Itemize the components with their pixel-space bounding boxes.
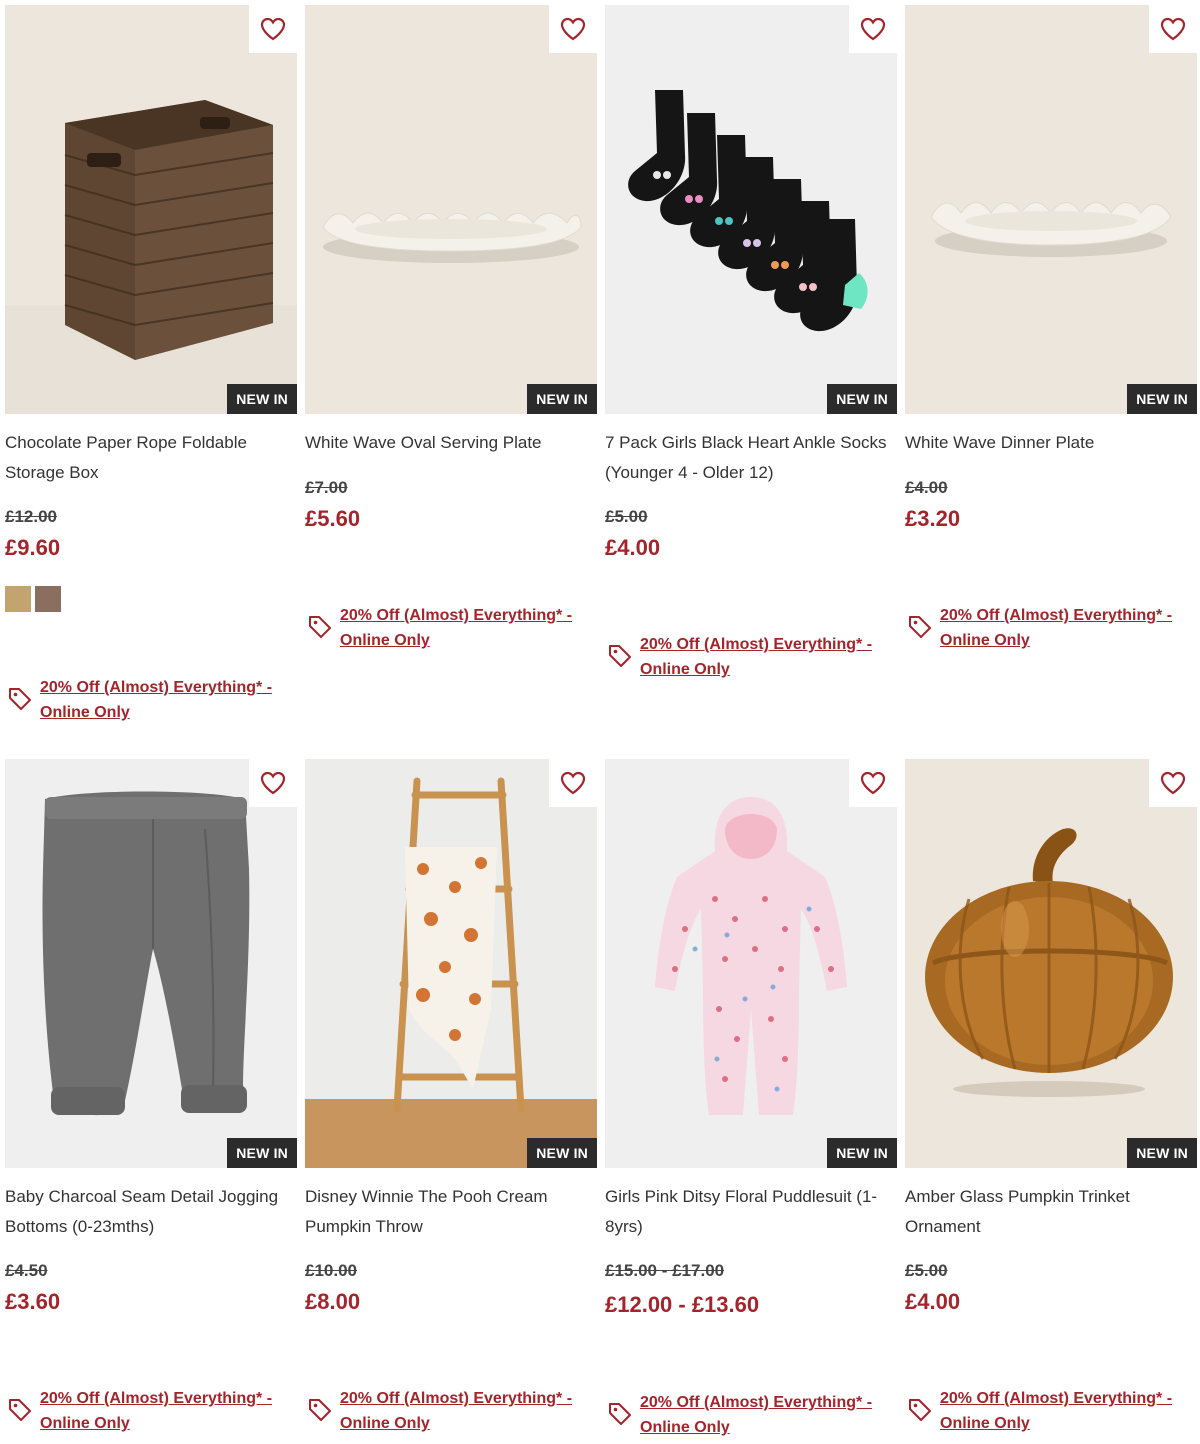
amber-pumpkin-image bbox=[905, 759, 1197, 1168]
promo-text[interactable]: 20% Off (Almost) Everything* - Online On… bbox=[640, 632, 890, 682]
price-tag-icon bbox=[309, 616, 331, 638]
wishlist-heart-button[interactable] bbox=[249, 759, 297, 807]
wishlist-heart-button[interactable] bbox=[549, 759, 597, 807]
product-card[interactable]: NEW IN 7 Pack Girls Black Heart Ankle So… bbox=[605, 5, 897, 678]
product-card[interactable]: NEW IN Disney Winnie The Pooh Cream Pump… bbox=[305, 759, 597, 1432]
heart-icon bbox=[1160, 771, 1186, 795]
product-title[interactable]: Amber Glass Pumpkin Trinket Ornament bbox=[905, 1182, 1197, 1241]
product-image[interactable]: NEW IN bbox=[305, 5, 597, 414]
product-title[interactable]: Disney Winnie The Pooh Cream Pumpkin Thr… bbox=[305, 1182, 597, 1241]
product-card[interactable]: NEW IN White Wave Oval Serving Plate £7.… bbox=[305, 5, 597, 649]
promo-link[interactable]: 20% Off (Almost) Everything* - Online On… bbox=[5, 1386, 297, 1440]
promo-link[interactable]: 20% Off (Almost) Everything* - Online On… bbox=[605, 632, 897, 686]
new-in-badge: NEW IN bbox=[227, 1138, 297, 1168]
product-card[interactable]: NEW IN Chocolate Paper Rope Foldable Sto… bbox=[5, 5, 297, 721]
product-title[interactable]: Baby Charcoal Seam Detail Jogging Bottom… bbox=[5, 1182, 297, 1241]
product-image[interactable]: NEW IN bbox=[605, 759, 897, 1168]
sale-price: £8.00 bbox=[305, 1289, 361, 1314]
promo-text[interactable]: 20% Off (Almost) Everything* - Online On… bbox=[940, 1386, 1190, 1436]
heart-icon bbox=[560, 771, 586, 795]
wishlist-heart-button[interactable] bbox=[849, 759, 897, 807]
price-tag-icon bbox=[909, 616, 931, 638]
product-title[interactable]: White Wave Dinner Plate bbox=[905, 428, 1197, 458]
promo-text[interactable]: 20% Off (Almost) Everything* - Online On… bbox=[640, 1390, 890, 1440]
was-price: £5.00 bbox=[905, 1261, 948, 1280]
new-in-badge: NEW IN bbox=[827, 1138, 897, 1168]
product-image[interactable]: NEW IN bbox=[905, 5, 1197, 414]
new-in-badge: NEW IN bbox=[527, 1138, 597, 1168]
heart-icon bbox=[860, 771, 886, 795]
price-tag-icon bbox=[9, 688, 31, 710]
wishlist-heart-button[interactable] bbox=[249, 5, 297, 53]
wishlist-heart-button[interactable] bbox=[849, 5, 897, 53]
product-image[interactable]: NEW IN bbox=[305, 759, 597, 1168]
was-price: £7.00 bbox=[305, 478, 348, 497]
product-image[interactable]: NEW IN bbox=[605, 5, 897, 414]
was-price: £15.00 - £17.00 bbox=[605, 1261, 725, 1280]
wishlist-heart-button[interactable] bbox=[1149, 5, 1197, 53]
product-image[interactable]: NEW IN bbox=[5, 5, 297, 414]
heart-icon bbox=[260, 17, 286, 41]
product-card[interactable]: NEW IN Baby Charcoal Seam Detail Jogging… bbox=[5, 759, 297, 1432]
promo-link[interactable]: 20% Off (Almost) Everything* - Online On… bbox=[905, 1386, 1197, 1440]
sale-price: £5.60 bbox=[305, 506, 361, 531]
promo-link[interactable]: 20% Off (Almost) Everything* - Online On… bbox=[305, 603, 597, 657]
price-tag-icon bbox=[309, 1399, 331, 1421]
promo-text[interactable]: 20% Off (Almost) Everything* - Online On… bbox=[340, 1386, 590, 1436]
price-tag-icon bbox=[9, 1399, 31, 1421]
storage-basket-image bbox=[5, 5, 297, 414]
promo-text[interactable]: 20% Off (Almost) Everything* - Online On… bbox=[40, 675, 290, 725]
promo-link[interactable]: 20% Off (Almost) Everything* - Online On… bbox=[605, 1390, 897, 1444]
product-card[interactable]: NEW IN Amber Glass Pumpkin Trinket Ornam… bbox=[905, 759, 1197, 1432]
promo-text[interactable]: 20% Off (Almost) Everything* - Online On… bbox=[940, 603, 1190, 653]
swatch-chocolate[interactable] bbox=[35, 586, 61, 612]
was-price: £4.50 bbox=[5, 1261, 48, 1280]
product-title[interactable]: Chocolate Paper Rope Foldable Storage Bo… bbox=[5, 428, 297, 487]
price-tag-icon bbox=[909, 1399, 931, 1421]
heart-icon bbox=[260, 771, 286, 795]
throw-ladder-image bbox=[305, 759, 597, 1168]
heart-icon bbox=[560, 17, 586, 41]
heart-icon bbox=[860, 17, 886, 41]
heart-icon bbox=[1160, 17, 1186, 41]
price-tag-icon bbox=[609, 1403, 631, 1425]
joggers-image bbox=[5, 759, 297, 1168]
product-title[interactable]: Girls Pink Ditsy Floral Puddlesuit (1-8y… bbox=[605, 1182, 897, 1241]
was-price: £4.00 bbox=[905, 478, 948, 497]
promo-link[interactable]: 20% Off (Almost) Everything* - Online On… bbox=[305, 1386, 597, 1440]
sale-price: £9.60 bbox=[5, 535, 61, 560]
promo-text[interactable]: 20% Off (Almost) Everything* - Online On… bbox=[40, 1386, 290, 1436]
socks-image bbox=[605, 5, 897, 414]
wave-plate-image bbox=[905, 5, 1197, 414]
was-price: £10.00 bbox=[305, 1261, 357, 1280]
wishlist-heart-button[interactable] bbox=[549, 5, 597, 53]
colour-swatches bbox=[5, 586, 61, 612]
sale-price: £3.60 bbox=[5, 1289, 61, 1314]
product-card[interactable]: NEW IN White Wave Dinner Plate £4.00 £3.… bbox=[905, 5, 1197, 649]
puddlesuit-image bbox=[605, 759, 897, 1168]
sale-price: £3.20 bbox=[905, 506, 961, 531]
new-in-badge: NEW IN bbox=[827, 384, 897, 414]
product-image[interactable]: NEW IN bbox=[905, 759, 1197, 1168]
promo-link[interactable]: 20% Off (Almost) Everything* - Online On… bbox=[5, 675, 297, 729]
sale-price: £12.00 - £13.60 bbox=[605, 1292, 760, 1317]
price-tag-icon bbox=[609, 645, 631, 667]
swatch-natural[interactable] bbox=[5, 586, 31, 612]
product-image[interactable]: NEW IN bbox=[5, 759, 297, 1168]
was-price: £12.00 bbox=[5, 507, 57, 526]
new-in-badge: NEW IN bbox=[227, 384, 297, 414]
new-in-badge: NEW IN bbox=[1127, 1138, 1197, 1168]
promo-link[interactable]: 20% Off (Almost) Everything* - Online On… bbox=[905, 603, 1197, 657]
sale-price: £4.00 bbox=[605, 535, 661, 560]
wave-plate-image bbox=[305, 5, 597, 414]
product-title[interactable]: White Wave Oval Serving Plate bbox=[305, 428, 597, 458]
product-card[interactable]: NEW IN Girls Pink Ditsy Floral Puddlesui… bbox=[605, 759, 897, 1436]
sale-price: £4.00 bbox=[905, 1289, 961, 1314]
product-title[interactable]: 7 Pack Girls Black Heart Ankle Socks (Yo… bbox=[605, 428, 897, 487]
was-price: £5.00 bbox=[605, 507, 648, 526]
new-in-badge: NEW IN bbox=[1127, 384, 1197, 414]
new-in-badge: NEW IN bbox=[527, 384, 597, 414]
wishlist-heart-button[interactable] bbox=[1149, 759, 1197, 807]
promo-text[interactable]: 20% Off (Almost) Everything* - Online On… bbox=[340, 603, 590, 653]
